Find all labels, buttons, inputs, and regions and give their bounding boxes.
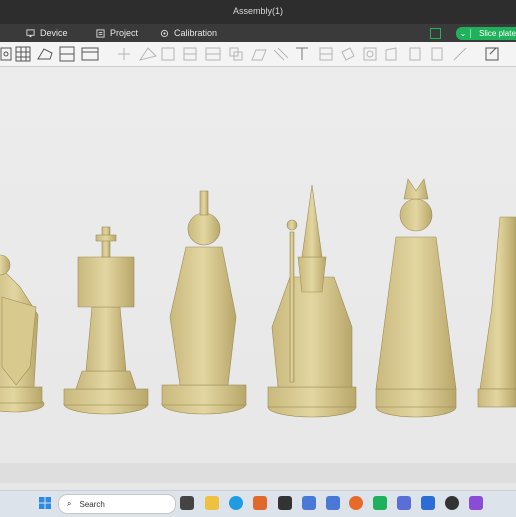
layout-icon[interactable] <box>81 47 99 61</box>
app3-icon[interactable] <box>397 496 411 510</box>
lay-flat-icon[interactable] <box>183 47 197 61</box>
chess-piece-king[interactable] <box>477 216 516 408</box>
calibration-icon <box>160 29 169 37</box>
file-explorer-icon[interactable] <box>205 496 219 510</box>
3d-viewport[interactable] <box>0 67 516 490</box>
tab-label: Calibration <box>174 28 218 38</box>
project-icon <box>96 28 105 38</box>
arrange-icon[interactable] <box>15 46 31 62</box>
chevron-down-icon[interactable]: ⌄ <box>456 29 471 38</box>
media-icon[interactable] <box>445 496 459 510</box>
settings-taskbar-icon[interactable] <box>302 496 316 510</box>
add-object-icon[interactable] <box>0 47 12 61</box>
tab-project[interactable]: Project <box>96 24 138 42</box>
title-bar: Assembly(1) <box>0 0 516 24</box>
paint-icon[interactable] <box>251 49 267 61</box>
app5-icon[interactable] <box>469 496 483 510</box>
move-icon[interactable] <box>118 48 130 60</box>
toolbar-icons <box>0 46 499 62</box>
measure-icon[interactable] <box>341 47 355 61</box>
settings-icon[interactable] <box>485 47 499 61</box>
store-icon[interactable] <box>253 496 267 510</box>
chess-piece-rook[interactable] <box>63 226 149 415</box>
search-icon: ⌕ <box>67 499 72 508</box>
tab-bar: Device Project Calibration ⌄ Slice plate <box>0 24 516 42</box>
toolbar <box>0 42 516 67</box>
slice-plate-label: Slice plate <box>479 29 516 38</box>
split-icon[interactable] <box>59 46 75 62</box>
edge-icon[interactable] <box>229 496 243 510</box>
chess-piece-queen[interactable] <box>375 178 457 418</box>
chess-piece-bishop[interactable] <box>267 184 357 418</box>
search-label: Search <box>79 499 105 509</box>
firefox-icon[interactable] <box>349 496 363 510</box>
seam-icon[interactable] <box>319 47 333 61</box>
tab-label: Device <box>40 28 68 38</box>
rotate-icon[interactable] <box>138 47 157 61</box>
slice-plate-button[interactable]: ⌄ Slice plate <box>456 27 516 40</box>
tab-label: Project <box>110 28 139 38</box>
text-icon[interactable] <box>296 47 308 60</box>
orient-icon[interactable] <box>37 48 53 60</box>
brim-ear-icon[interactable] <box>409 47 443 61</box>
support-paint-icon[interactable] <box>273 47 289 61</box>
search-box[interactable]: ⌕ Search <box>58 494 176 514</box>
tab-device[interactable]: Device <box>26 24 68 42</box>
windows-start-icon[interactable] <box>38 496 52 510</box>
tab-calibration[interactable]: Calibration <box>160 24 217 42</box>
task-view-icon[interactable] <box>180 496 194 510</box>
chess-models <box>0 178 516 418</box>
chess-piece-knight[interactable] <box>0 254 45 413</box>
app-icon[interactable] <box>278 496 292 510</box>
window-title: Assembly(1) <box>232 6 283 16</box>
scale-icon[interactable] <box>161 47 175 61</box>
variable-layer-icon[interactable] <box>385 47 397 61</box>
monitor-icon <box>26 28 35 37</box>
chess-piece-soldier[interactable] <box>161 190 247 415</box>
app2-icon[interactable] <box>326 496 340 510</box>
bambu-studio-icon[interactable] <box>373 496 387 510</box>
app4-icon[interactable] <box>421 496 435 510</box>
mesh-boolean-icon[interactable] <box>229 47 243 61</box>
assembly-icon[interactable] <box>363 47 377 61</box>
cut-icon[interactable] <box>205 47 221 61</box>
ruler-icon[interactable] <box>453 47 467 61</box>
preview-toggle-icon[interactable] <box>430 28 441 39</box>
